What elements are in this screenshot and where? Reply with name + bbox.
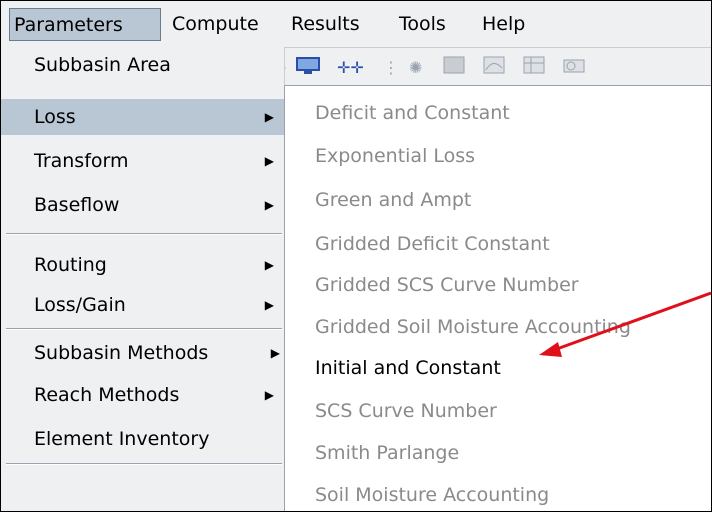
app-window: ➝ ✛✛ ⋮ ✺ Parameters Compute Results Tool… <box>0 0 712 512</box>
annotation-arrow-icon <box>539 291 711 357</box>
